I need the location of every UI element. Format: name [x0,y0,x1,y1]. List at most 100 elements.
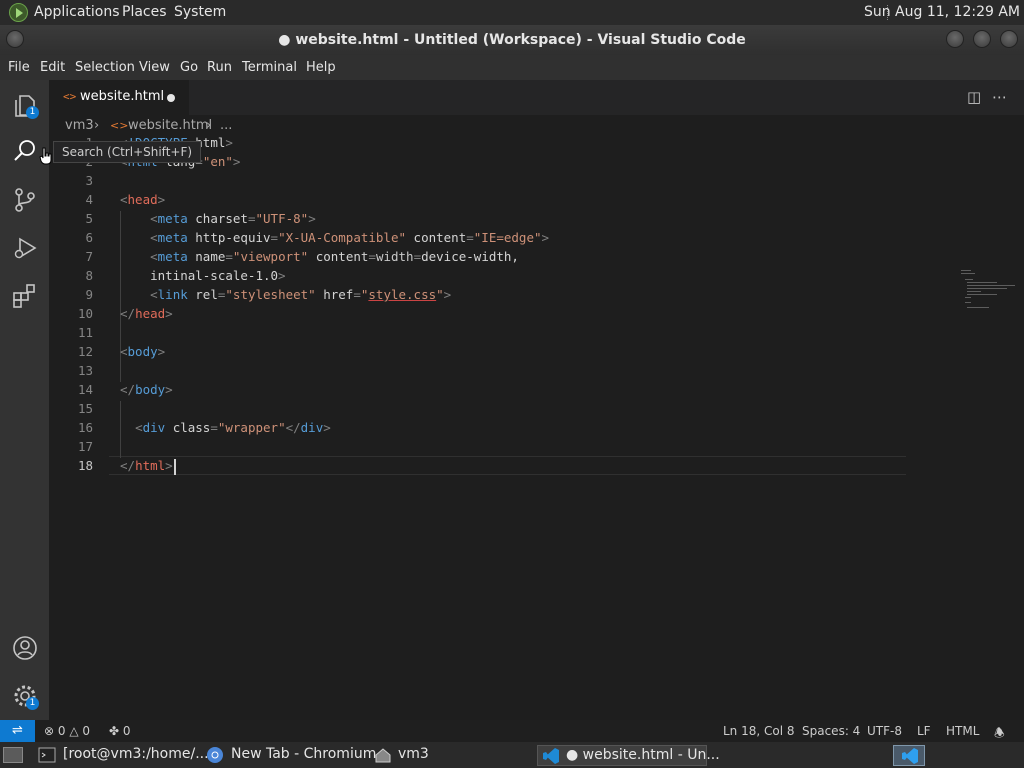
task-chromium[interactable]: New Tab - Chromium [206,745,376,766]
end-of-line[interactable]: LF [917,724,931,738]
vscode-icon [543,748,559,764]
line-number: 3 [85,173,93,188]
code-text: </html> [120,456,176,475]
warning-count: 0 [82,724,91,738]
code-line[interactable]: 5 <meta charset="UTF-8"> [49,209,909,228]
system-menu[interactable]: System [174,4,226,20]
ports-count: 0 [122,724,131,738]
code-line[interactable]: 12 <body> [49,342,909,361]
code-text: <div class="wrapper"</div> [135,420,331,435]
menu-edit[interactable]: Edit [40,60,65,75]
menu-selection[interactable]: Selection [75,60,135,75]
applications-menu[interactable]: Applications [34,4,120,20]
line-number: 4 [85,192,93,207]
task-terminal[interactable]: [root@vm3:/home/... [38,745,209,766]
line-number: 6 [85,230,93,245]
chromium-icon [207,747,223,763]
code-text: <body> [120,344,166,359]
broadcast-icon: ✤ [109,724,120,738]
line-number: 13 [77,363,93,378]
unsaved-dot-icon[interactable] [167,94,175,102]
editor-tabs: <> website.html ◫ ⋯ [49,80,1024,115]
minimap[interactable] [961,270,1024,310]
line-number: 5 [85,211,93,226]
menu-terminal[interactable]: Terminal [242,60,297,75]
line-number: 14 [77,382,93,397]
code-line[interactable]: 9 <link rel="stylesheet" href="style.css… [49,285,909,304]
minimize-button[interactable] [946,30,964,48]
window-title: ● website.html - Untitled (Workspace) - … [278,32,746,48]
code-line[interactable]: 17 [49,437,909,456]
tab-website-html[interactable]: <> website.html [49,80,189,115]
indentation[interactable]: Spaces: 4 [802,724,860,738]
places-menu[interactable]: Places [122,4,167,20]
code-line[interactable]: 3 [49,171,909,190]
task-file-manager[interactable]: vm3 [374,745,434,766]
breadcrumb-more[interactable]: ... [220,118,232,133]
problems-indicator[interactable]: ⊗ 0 △ 0 [44,724,90,738]
code-line[interactable]: 6 <meta http-equiv="X-UA-Compatible" con… [49,228,909,247]
code-line[interactable]: 7 <meta name="viewport" content=width=de… [49,247,909,266]
workspace-switcher[interactable] [893,745,925,766]
code-line[interactable]: 11 [49,323,909,342]
more-actions-icon[interactable]: ⋯ [992,88,1007,106]
applications-logo-icon[interactable] [9,3,28,22]
menu-file[interactable]: File [8,60,30,75]
cursor-position[interactable]: Ln 18, Col 8 [723,724,795,738]
ports-indicator[interactable]: ✤ 0 [109,724,131,738]
code-line[interactable]: 13 [49,361,909,380]
task-vscode[interactable]: ● website.html - Un... [537,745,720,766]
chevron-right-icon: › [206,118,212,133]
code-line[interactable]: 8 intinal-scale-1.0> [49,266,909,285]
manage-gear-icon[interactable]: 1 [11,682,39,710]
task-label: vm3 [398,746,429,762]
code-line[interactable]: 15 [49,399,909,418]
code-text: <meta charset="UTF-8"> [150,211,316,226]
code-line[interactable]: 18 </html> [49,456,909,475]
accounts-icon[interactable] [11,634,39,662]
task-label: [root@vm3:/home/... [63,746,209,762]
menu-go[interactable]: Go [180,60,198,75]
error-icon: ⊗ [44,724,55,738]
code-text: intinal-scale-1.0> [120,268,286,283]
split-editor-icon[interactable]: ◫ [967,88,981,106]
menu-bar: File Edit Selection View Go Run Terminal… [0,55,1024,80]
code-line[interactable]: 4 <head> [49,190,909,209]
encoding[interactable]: UTF-8 [867,724,902,738]
search-icon[interactable] [11,137,39,165]
breadcrumb-file[interactable]: website.html [128,118,212,133]
menu-view[interactable]: View [139,60,170,75]
code-text: </head> [120,306,173,321]
vscode-icon [902,748,918,764]
menu-run[interactable]: Run [207,60,232,75]
maximize-button[interactable] [973,30,991,48]
code-line[interactable]: 16 <div class="wrapper"</div> [49,418,909,437]
line-number: 7 [85,249,93,264]
html-file-icon: <> [63,90,77,103]
code-text: <meta name="viewport" content=width=devi… [150,249,519,264]
clock[interactable]: Sun Aug 11, 12:29 AM [864,4,1020,20]
line-number: 16 [77,420,93,435]
menu-help[interactable]: Help [306,60,336,75]
terminal-icon [38,747,56,763]
code-line[interactable]: 14 </body> [49,380,909,399]
extensions-icon[interactable] [11,282,39,310]
close-button[interactable] [1000,30,1018,48]
hand-cursor-icon [39,147,52,165]
code-editor[interactable]: 1<!DOCTYPE html>2<html lang="en">34<head… [49,135,1024,720]
show-desktop-icon[interactable] [3,747,23,763]
error-count: 0 [57,724,66,738]
code-text: <meta http-equiv="X-UA-Compatible" conte… [150,230,550,245]
source-control-icon[interactable] [11,186,39,214]
explorer-badge: 1 [26,106,39,119]
line-number: 10 [77,306,93,321]
language-mode[interactable]: HTML [946,724,979,738]
window-titlebar[interactable]: ● website.html - Untitled (Workspace) - … [0,25,1024,55]
breadcrumb-folder[interactable]: vm3 [65,118,94,133]
explorer-icon[interactable]: 1 [11,92,39,120]
code-line[interactable]: 10 </head> [49,304,909,323]
search-tooltip: Search (Ctrl+Shift+F) [53,141,202,163]
text-caret [173,458,176,475]
remote-indicator-icon[interactable]: ⇌ [0,720,35,742]
run-debug-icon[interactable] [11,234,39,262]
